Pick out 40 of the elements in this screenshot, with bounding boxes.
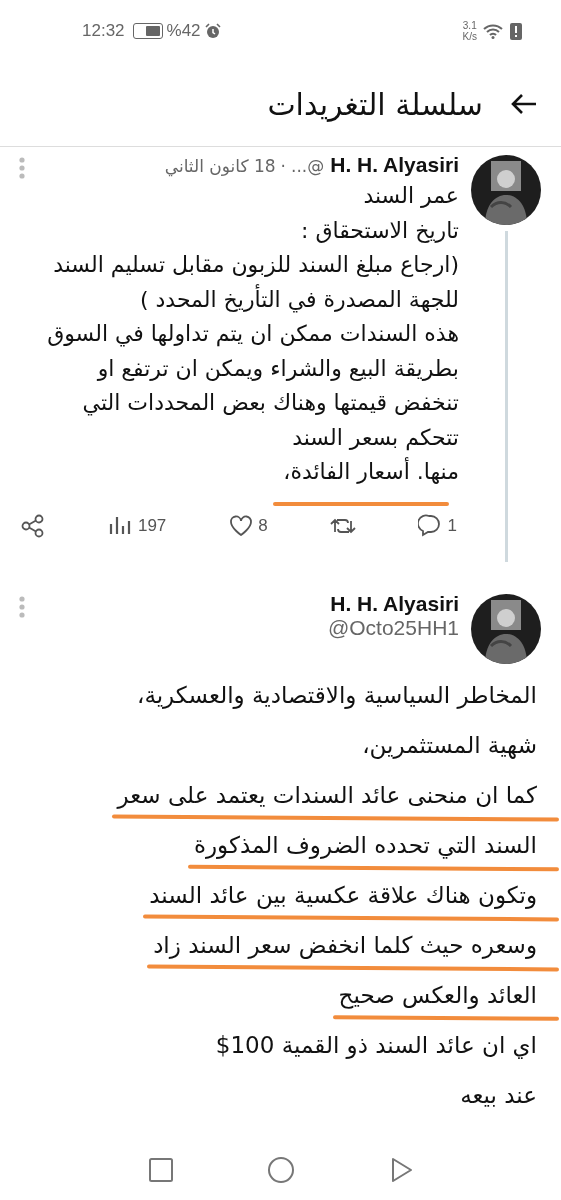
battery-icon xyxy=(132,23,163,39)
recents-button[interactable] xyxy=(146,1156,175,1184)
battery-percent: %42 xyxy=(166,21,201,41)
tweet-text: بطريقة البيع والشراء ويمكن ان ترتفع او xyxy=(97,355,459,381)
tweet-text: منها. أسعار الفائدة، xyxy=(283,459,459,484)
views-button[interactable]: 197 xyxy=(105,511,169,540)
alarm-icon xyxy=(204,23,221,39)
tweet-text: عند بيعه xyxy=(460,1081,537,1108)
tweet-text: اي ان عائد السند ذو القمية 100$ xyxy=(215,1031,537,1058)
tweet-text: للجهة المصدرة في التأريخ المحدد ) xyxy=(139,286,459,312)
wifi-icon xyxy=(483,23,503,39)
tweet-text: المخاطر السياسية والاقتصادية والعسكرية، xyxy=(136,681,537,708)
tweet-text: شهية المستثمرين، xyxy=(362,731,537,758)
tweet-text: تنخفض قيمتها وهناك بعض المحددات التي xyxy=(82,390,459,415)
home-button[interactable] xyxy=(266,1156,295,1184)
tweet-text: تاريخ الاستحقاق : xyxy=(301,217,459,243)
tweet-date: 18 كانون الثاني xyxy=(164,156,276,176)
author-handle: @... xyxy=(291,156,325,176)
heart-icon xyxy=(228,513,255,538)
separator-dot: · xyxy=(280,156,286,176)
author-name: H. H. Alyasiri xyxy=(329,591,459,616)
like-button[interactable]: 8 xyxy=(226,511,270,540)
tweet-text: العائد والعكس صحيح xyxy=(338,981,537,1008)
reply-button[interactable]: 1 xyxy=(415,511,459,540)
clock-time: 12:32 xyxy=(82,21,125,41)
sim-alert-icon xyxy=(509,22,523,40)
tweet-text: السند التي تحدده الضروف المذكورة xyxy=(193,831,537,858)
author-name: H. H. Alyasiri xyxy=(330,153,459,177)
tweet-text: (ارجاع مبلغ السند للزبون مقابل تسليم السند xyxy=(53,252,459,277)
author-handle: @Octo25HH1 xyxy=(327,615,459,640)
network-speed: 3.1 K/s xyxy=(462,20,477,42)
share-icon[interactable] xyxy=(20,513,46,538)
screen-title: سلسلة التغريدات xyxy=(267,86,483,122)
tweet-text: وسعره حيث كلما انخفض سعر السند زاد xyxy=(153,931,537,958)
tweet-text: هذه السندات ممكن ان يتم تداولها في السوق xyxy=(47,321,459,346)
arrow-icon xyxy=(511,93,537,115)
tweet-text: وتكون هناك علاقة عكسية بين عائد السند xyxy=(149,881,537,908)
tweet-text: تتحكم بسعر السند xyxy=(292,424,459,450)
tweet-text: عمر السند xyxy=(363,183,459,208)
tweet-text: كما ان منحنى عائد السندات يعتمد على سعر xyxy=(117,781,537,808)
